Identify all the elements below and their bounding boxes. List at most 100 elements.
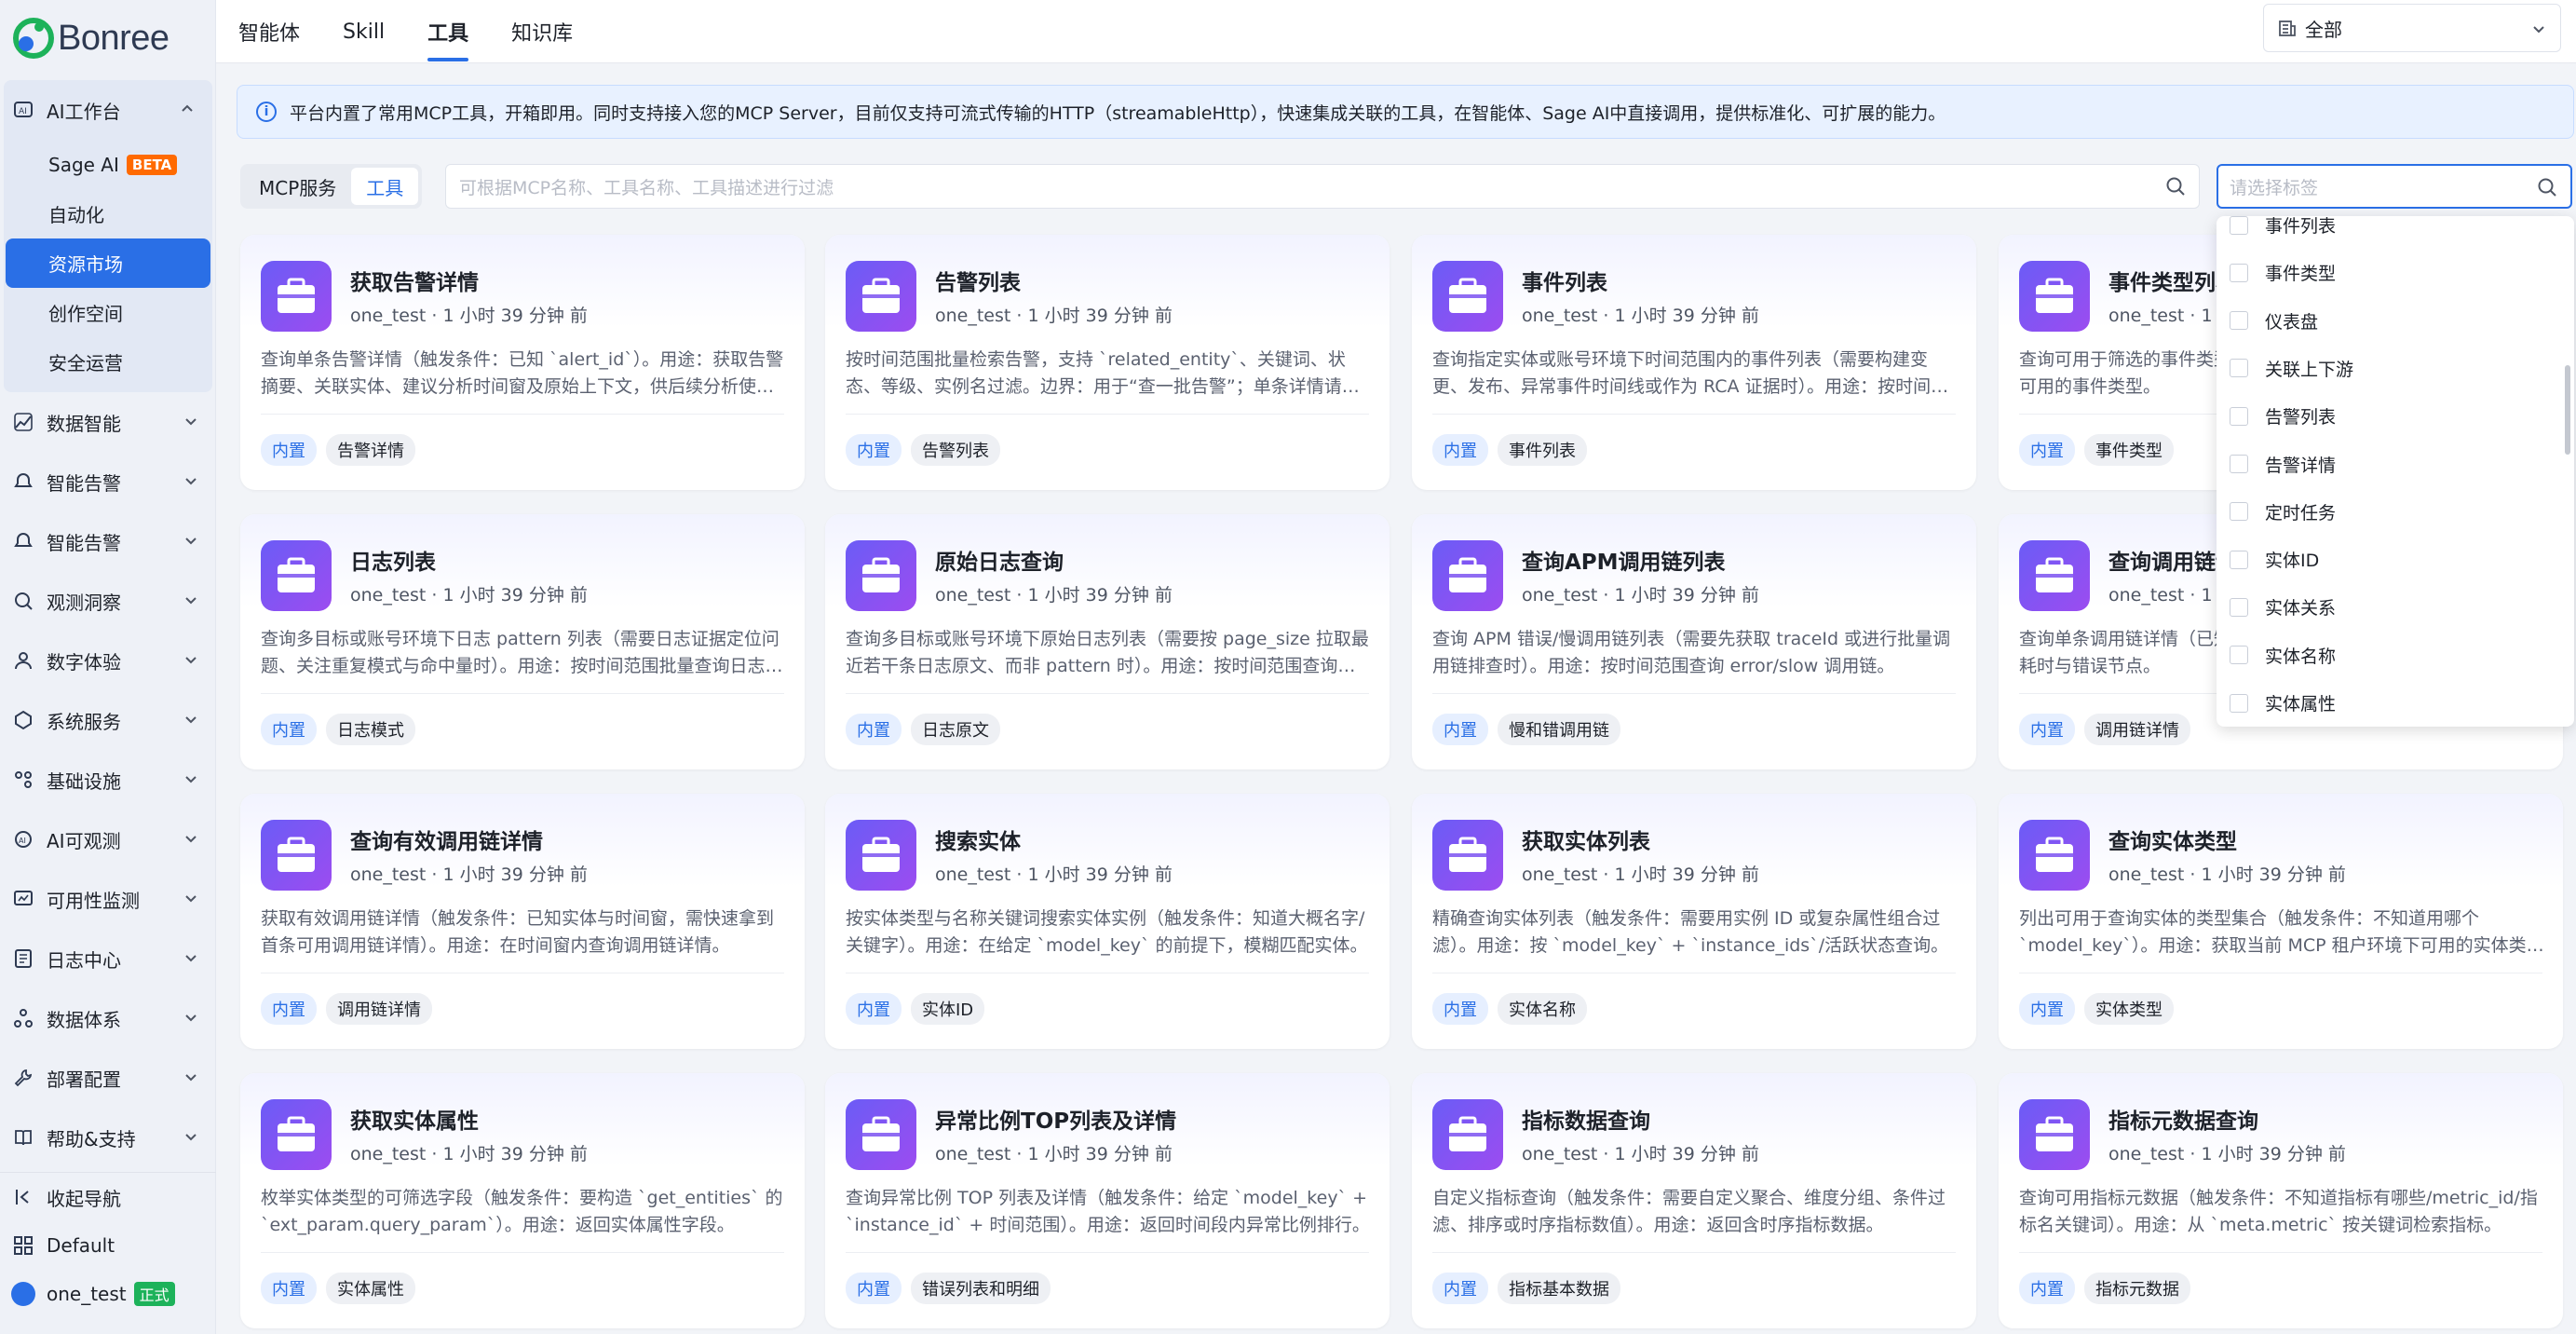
tool-tag[interactable]: 实体类型 bbox=[2084, 993, 2174, 1025]
sidebar-group-help-support[interactable]: 帮助&支持 bbox=[0, 1108, 216, 1167]
checkbox[interactable] bbox=[2230, 216, 2248, 235]
tag-select-input[interactable]: 请选择标签 bbox=[2217, 164, 2572, 209]
tag-option[interactable]: 事件类型 bbox=[2217, 249, 2574, 296]
checkbox[interactable] bbox=[2230, 311, 2248, 331]
tool-tag[interactable]: 慢和错调用链 bbox=[1498, 714, 1620, 745]
scope-select[interactable]: 全部 bbox=[2263, 4, 2561, 52]
sidebar-group-infrastructure[interactable]: 基础设施 bbox=[0, 750, 216, 810]
sidebar-item-sage-ai[interactable]: Sage AI BETA bbox=[6, 140, 210, 189]
toolbox-icon bbox=[261, 540, 332, 611]
tag-option[interactable]: 定时任务 bbox=[2217, 488, 2574, 536]
segment-mcp-service[interactable]: MCP服务 bbox=[244, 168, 351, 205]
sidebar-item-resource-market[interactable]: 资源市场 bbox=[6, 238, 210, 288]
toolbox-icon bbox=[2019, 1099, 2090, 1170]
ai-observability-icon: AI bbox=[13, 829, 34, 850]
tool-tag[interactable]: 错误列表和明细 bbox=[911, 1273, 1051, 1304]
sidebar-group-ai-observability[interactable]: AI AI可观测 bbox=[0, 810, 216, 869]
tag-option[interactable]: 事件列表 bbox=[2217, 216, 2574, 249]
chevron-down-icon bbox=[185, 538, 197, 545]
sidebar-group-observability[interactable]: 观测洞察 bbox=[0, 571, 216, 631]
tag-option[interactable]: 实体ID bbox=[2217, 536, 2574, 583]
tag-option[interactable]: 实体名称 bbox=[2217, 632, 2574, 679]
tool-tag[interactable]: 日志模式 bbox=[326, 714, 415, 745]
tool-tag[interactable]: 日志原文 bbox=[911, 714, 1000, 745]
bonree-logo[interactable]: Bonree bbox=[11, 15, 169, 61]
checkbox[interactable] bbox=[2230, 455, 2248, 473]
tool-tag[interactable]: 事件列表 bbox=[1498, 434, 1587, 466]
checkbox[interactable] bbox=[2230, 597, 2248, 617]
tag-option[interactable]: 仪表盘 bbox=[2217, 297, 2574, 345]
tool-card[interactable]: 异常比例TOP列表及详情 one_test · 1 小时 39 分钟 前查询异常比… bbox=[825, 1073, 1390, 1328]
tool-tag[interactable]: 告警列表 bbox=[911, 434, 1000, 466]
tool-card[interactable]: 指标数据查询 one_test · 1 小时 39 分钟 前自定义指标查询（触发条… bbox=[1412, 1073, 1976, 1328]
card-divider bbox=[261, 1252, 784, 1253]
tool-card[interactable]: 原始日志查询 one_test · 1 小时 39 分钟 前查询多目标或账号环境下… bbox=[825, 514, 1390, 769]
tool-tag[interactable]: 实体ID bbox=[911, 993, 985, 1025]
tool-description: 列出可用于查询实体的类型集合（触发条件：不知道用哪个 `model_key`）。… bbox=[2019, 908, 2527, 956]
tool-card[interactable]: 查询APM调用链列表 one_test · 1 小时 39 分钟 前查询 APM … bbox=[1412, 514, 1976, 769]
sidebar-group-ai-workbench[interactable]: AI AI工作台 bbox=[4, 80, 212, 140]
segment-tools[interactable]: 工具 bbox=[351, 168, 419, 205]
tool-card[interactable]: 获取实体属性 one_test · 1 小时 39 分钟 前枚举实体类型的可筛选字… bbox=[240, 1073, 805, 1328]
tool-card[interactable]: 告警列表 one_test · 1 小时 39 分钟 前按时间范围批量检索告警，支… bbox=[825, 235, 1390, 490]
tool-tag[interactable]: 实体属性 bbox=[326, 1273, 415, 1304]
sidebar-item-creation-space[interactable]: 创作空间 bbox=[6, 288, 210, 337]
builtin-tag: 内置 bbox=[1432, 714, 1488, 745]
tag-option-label: 实体关系 bbox=[2265, 598, 2337, 619]
checkbox[interactable] bbox=[2230, 646, 2248, 665]
tool-card[interactable]: 指标元数据查询 one_test · 1 小时 39 分钟 前查询可用指标元数据（… bbox=[1999, 1073, 2563, 1328]
tool-tag[interactable]: 调用链详情 bbox=[2084, 714, 2190, 745]
sidebar-group-smart-alert[interactable]: 智能告警 bbox=[0, 452, 216, 511]
tool-card[interactable]: 获取实体列表 one_test · 1 小时 39 分钟 前精确查询实体列表（触发… bbox=[1412, 794, 1976, 1049]
tab-skill[interactable]: Skill bbox=[343, 0, 385, 63]
dropdown-scrollbar[interactable] bbox=[2565, 365, 2570, 455]
checkbox[interactable] bbox=[2230, 406, 2248, 426]
workspace-selector[interactable]: Default bbox=[0, 1221, 216, 1270]
sidebar-group-availability-monitoring[interactable]: 可用性监测 bbox=[0, 869, 216, 929]
tag-option[interactable]: 告警详情 bbox=[2217, 441, 2574, 488]
search-icon[interactable] bbox=[2165, 176, 2186, 197]
sidebar-group-data-system[interactable]: 数据体系 bbox=[0, 988, 216, 1048]
sidebar-item-security-ops[interactable]: 安全运营 bbox=[6, 337, 210, 387]
view-segment: MCP服务 工具 bbox=[240, 164, 423, 209]
tool-card[interactable]: 日志列表 one_test · 1 小时 39 分钟 前查询多目标或账号环境下日志… bbox=[240, 514, 805, 769]
search-icon[interactable] bbox=[2537, 177, 2557, 197]
sidebar-group-system-service[interactable]: 系统服务 bbox=[0, 690, 216, 750]
checkbox[interactable] bbox=[2230, 693, 2248, 713]
tag-option[interactable]: 实体属性 bbox=[2217, 679, 2574, 727]
tool-card[interactable]: 查询实体类型 one_test · 1 小时 39 分钟 前列出可用于查询实体的类… bbox=[1999, 794, 2563, 1049]
tool-card[interactable]: 获取告警详情 one_test · 1 小时 39 分钟 前查询单条告警详情（触发… bbox=[240, 235, 805, 490]
checkbox[interactable] bbox=[2230, 550, 2248, 569]
checkbox[interactable] bbox=[2230, 502, 2248, 522]
tool-tag[interactable]: 指标元数据 bbox=[2084, 1273, 2190, 1304]
sidebar-group-smart-alert-2[interactable]: 智能告警 bbox=[0, 511, 216, 571]
tool-tag[interactable]: 调用链详情 bbox=[326, 993, 432, 1025]
tag-option[interactable]: 实体关系 bbox=[2217, 583, 2574, 631]
checkbox[interactable] bbox=[2230, 359, 2248, 378]
sidebar-group-data-intelligence[interactable]: 数据智能 bbox=[0, 392, 216, 452]
builtin-tag: 内置 bbox=[2019, 434, 2075, 466]
tool-card[interactable]: 事件列表 one_test · 1 小时 39 分钟 前查询指定实体或账号环境下时… bbox=[1412, 235, 1976, 490]
tool-card[interactable]: 查询有效调用链详情 one_test · 1 小时 39 分钟 前获取有效调用链详… bbox=[240, 794, 805, 1049]
tool-card[interactable]: 搜索实体 one_test · 1 小时 39 分钟 前按实体类型与名称关键词搜索… bbox=[825, 794, 1390, 1049]
tab-knowledge-base[interactable]: 知识库 bbox=[511, 0, 573, 63]
tag-option[interactable]: 关联上下游 bbox=[2217, 345, 2574, 392]
tool-name: 指标数据查询 bbox=[1522, 1109, 1650, 1134]
user-menu[interactable]: one_test 正式 bbox=[0, 1270, 216, 1318]
sidebar-group-deployment-config[interactable]: 部署配置 bbox=[0, 1048, 216, 1108]
tool-tag[interactable]: 事件类型 bbox=[2084, 434, 2174, 466]
sidebar-group-log-center[interactable]: 日志中心 bbox=[0, 929, 216, 988]
tab-agents[interactable]: 智能体 bbox=[238, 0, 300, 63]
tag-option[interactable]: 告警列表 bbox=[2217, 392, 2574, 440]
tool-tag[interactable]: 实体名称 bbox=[1498, 993, 1587, 1025]
sidebar-group-digital-experience[interactable]: 数字体验 bbox=[0, 631, 216, 690]
checkbox[interactable] bbox=[2230, 263, 2248, 282]
tool-tag[interactable]: 告警详情 bbox=[326, 434, 415, 466]
tool-search-input[interactable]: 可根据MCP名称、工具名称、工具描述进行过滤 bbox=[445, 164, 2200, 209]
sidebar-item-automation[interactable]: 自动化 bbox=[6, 189, 210, 238]
tool-meta: one_test · 1 小时 39 分钟 前 bbox=[1522, 864, 1759, 885]
tab-tools[interactable]: 工具 bbox=[427, 0, 469, 63]
tool-tag[interactable]: 指标基本数据 bbox=[1498, 1273, 1620, 1304]
toolbox-icon bbox=[261, 820, 332, 891]
collapse-nav-button[interactable]: 收起导航 bbox=[0, 1173, 216, 1221]
